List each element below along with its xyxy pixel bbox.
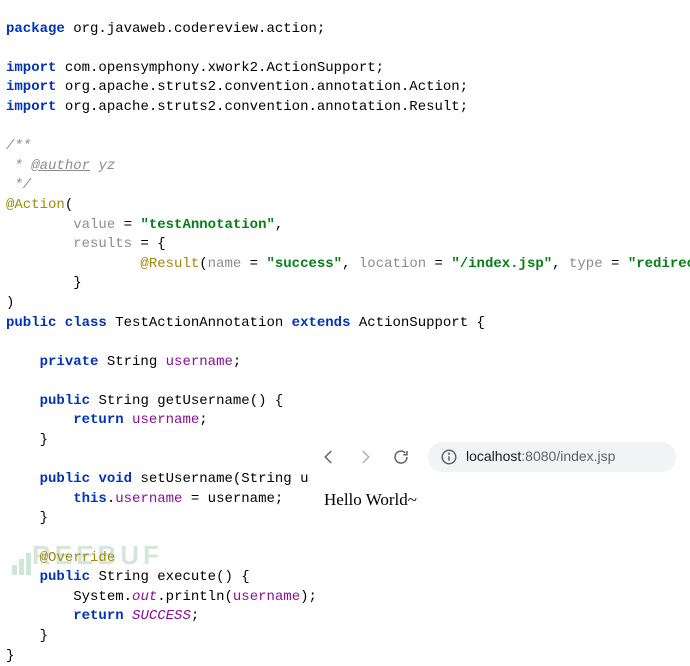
annotation-result: @Result bbox=[140, 256, 199, 272]
page-body: Hello World~ bbox=[310, 480, 686, 520]
keyword-import: import bbox=[6, 79, 56, 95]
method-getusername: getUsername bbox=[157, 393, 249, 409]
javadoc-author: yz bbox=[98, 158, 115, 174]
string-literal: "testAnnotation" bbox=[140, 217, 274, 233]
method-execute: execute bbox=[157, 569, 216, 585]
class-name: TestActionAnnotation bbox=[115, 315, 283, 331]
reload-icon[interactable] bbox=[392, 448, 410, 466]
back-icon[interactable] bbox=[320, 448, 338, 466]
class-mods: public class bbox=[6, 315, 107, 331]
package-name: org.javaweb.codereview.action; bbox=[73, 21, 325, 37]
annotation-action: @Action bbox=[6, 197, 65, 213]
annotation-override: @Override bbox=[40, 550, 116, 566]
browser-window: localhost:8080/index.jsp Hello World~ bbox=[310, 436, 686, 519]
field-username: username bbox=[166, 354, 233, 370]
param-results: results bbox=[73, 236, 132, 252]
superclass: ActionSupport bbox=[359, 315, 468, 331]
browser-toolbar: localhost:8080/index.jsp bbox=[310, 436, 686, 480]
url-text: localhost:8080/index.jsp bbox=[466, 447, 615, 467]
code-editor: package org.javaweb.codereview.action; i… bbox=[0, 0, 690, 666]
import-path: org.apache.struts2.convention.annotation… bbox=[65, 99, 409, 115]
javadoc-open: /** bbox=[6, 138, 31, 154]
import-path: org.apache.struts2.convention.annotation… bbox=[65, 79, 409, 95]
param-value: value bbox=[73, 217, 115, 233]
forward-icon[interactable] bbox=[356, 448, 374, 466]
keyword-import: import bbox=[6, 99, 56, 115]
address-bar[interactable]: localhost:8080/index.jsp bbox=[428, 442, 676, 472]
info-icon bbox=[440, 448, 458, 466]
import-class: Result bbox=[409, 99, 459, 115]
keyword-import: import bbox=[6, 60, 56, 76]
import-class: Action bbox=[409, 79, 459, 95]
constant-success: SUCCESS bbox=[132, 608, 191, 624]
keyword-package: package bbox=[6, 21, 65, 37]
import-path: com.opensymphony.xwork2.ActionSupport; bbox=[65, 60, 384, 76]
javadoc-close: */ bbox=[6, 177, 31, 193]
method-setusername: setUsername bbox=[140, 471, 232, 487]
javadoc-author-tag: @author bbox=[31, 158, 90, 174]
